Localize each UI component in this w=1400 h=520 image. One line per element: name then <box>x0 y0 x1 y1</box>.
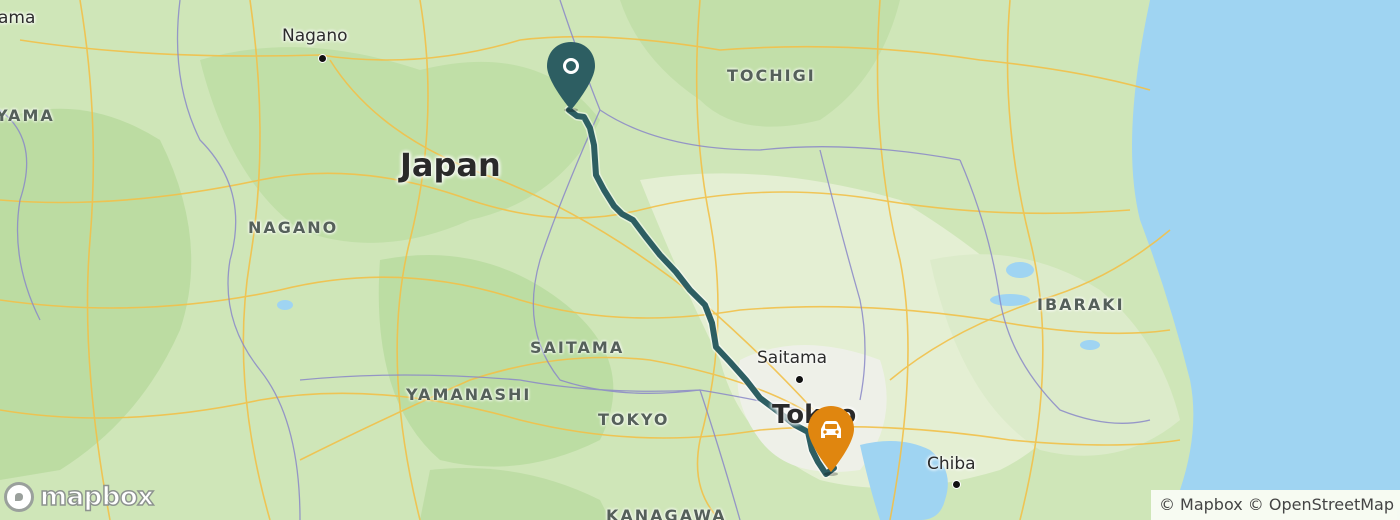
region-label-saitama: SAITAMA <box>530 338 625 357</box>
destination-marker[interactable] <box>806 404 856 480</box>
country-label: Japan <box>400 146 501 184</box>
location-pin-icon <box>547 42 595 112</box>
car-icon <box>808 406 854 476</box>
partial-city-label: ama <box>0 8 36 28</box>
city-label-saitama: Saitama <box>757 348 827 368</box>
city-dot-saitama <box>795 375 804 384</box>
city-label-chiba: Chiba <box>927 454 976 474</box>
origin-marker[interactable] <box>545 40 597 116</box>
region-label-nagano: NAGANO <box>248 218 339 237</box>
city-label-nagano: Nagano <box>282 26 348 46</box>
city-dot-nagano <box>318 54 327 63</box>
region-label-ibaraki: IBARAKI <box>1037 295 1125 314</box>
region-label-tokyo: TOKYO <box>598 410 670 429</box>
region-label-yama: YAMA <box>0 106 55 125</box>
region-label-yamanashi: YAMANASHI <box>406 385 532 404</box>
mapbox-logo-icon <box>4 482 34 512</box>
region-label-tochigi: TOCHIGI <box>727 66 816 85</box>
map-base-layer <box>0 0 1400 520</box>
region-label-kanagawa: KANAGAWA <box>606 506 727 520</box>
map-attribution[interactable]: © Mapbox © OpenStreetMap <box>1150 490 1400 520</box>
city-dot-chiba <box>952 480 961 489</box>
mapbox-logo[interactable]: mapbox <box>4 481 155 513</box>
map-canvas[interactable]: ama YAMA Nagano Japan TOCHIGI NAGANO SAI… <box>0 0 1400 520</box>
mapbox-logo-text: mapbox <box>39 481 154 513</box>
